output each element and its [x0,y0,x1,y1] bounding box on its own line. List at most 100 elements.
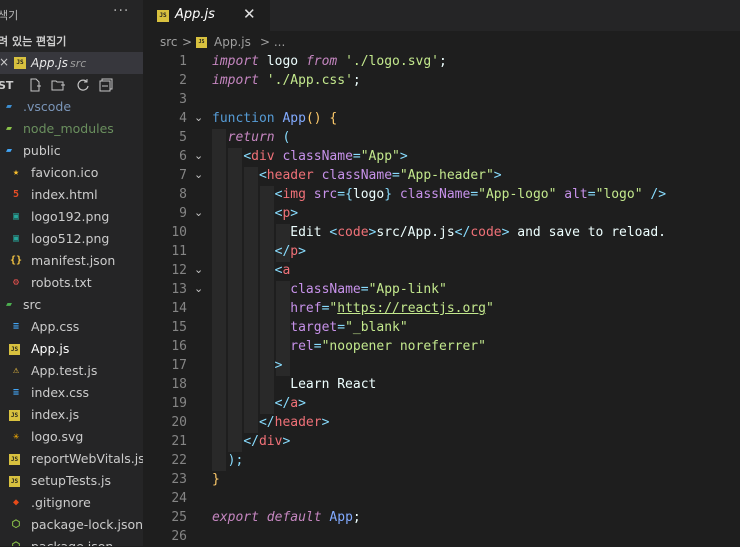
code-line[interactable]: 2 import './App.css'; [143,72,740,91]
npm-icon: ⬡ [11,519,21,530]
new-folder-icon[interactable] [51,78,66,96]
code-line[interactable]: 4 ⌄ function App() { [143,110,740,129]
tree-item[interactable]: ⚠ App.test.js [0,360,143,382]
code-line[interactable]: 22 ); [143,452,740,471]
code-line[interactable]: 25 export default App; [143,509,740,528]
breadcrumb-file[interactable]: App.js [214,35,251,49]
code-line[interactable]: 21 </div> [143,433,740,452]
fold-chevron-icon[interactable]: ⌄ [194,168,203,181]
tree-item-label: setupTests.js [31,473,112,488]
tree-item-label: logo.svg [31,429,84,444]
code-text: <p> [274,206,299,221]
image-icon: ▣ [12,233,20,244]
tree-item[interactable]: ⬡ package.json [0,536,143,546]
line-number: 5 [179,130,187,145]
line-number: 3 [179,92,187,107]
breadcrumb-tail[interactable]: > ... [260,35,285,49]
tab-bar: JS App.js ✕ [143,0,740,31]
image-icon: ▣ [12,211,20,222]
css-icon: ≡ [12,321,20,332]
tree-item[interactable]: ≡ index.css [0,382,143,404]
tree-item[interactable]: ⚙ robots.txt [0,272,143,294]
tab-app-js[interactable]: JS App.js ✕ [143,0,270,31]
code-line[interactable]: 15 target="_blank" [143,319,740,338]
close-icon[interactable]: ✕ [243,5,256,23]
js-icon: JS [9,476,20,487]
code-line[interactable]: 13 ⌄ className="App-link" [143,281,740,300]
tree-item[interactable]: ▣ logo192.png [0,206,143,228]
code-line[interactable]: 26 [143,528,740,547]
code-line[interactable]: 19 </a> [143,395,740,414]
project-header[interactable]: ST [0,76,143,96]
code-line[interactable]: 14 href="https://reactjs.org" [143,300,740,319]
js-icon: JS [157,10,169,22]
fold-chevron-icon[interactable]: ⌄ [194,206,203,219]
js-icon: JS [9,454,20,465]
tree-item[interactable]: ★ favicon.ico [0,162,143,184]
public-folder-icon: ▰ [5,145,13,156]
svg-icon: ✳ [12,431,20,442]
code-line[interactable]: 18 Learn React [143,376,740,395]
tree-item[interactable]: JS setupTests.js [0,470,143,492]
code-line[interactable]: 8 <img src={logo} className="App-logo" a… [143,186,740,205]
tree-item-label: public [23,143,61,158]
tree-item[interactable]: ⬡ package-lock.json [0,514,143,536]
tree-item[interactable]: ◆ .gitignore [0,492,143,514]
code-line[interactable]: 5 return ( [143,129,740,148]
tree-item[interactable]: ▰ public [0,140,143,162]
js-icon: JS [9,344,20,355]
fold-chevron-icon[interactable]: ⌄ [194,282,203,295]
js-icon: JS [196,37,207,48]
tree-item[interactable]: 5 index.html [0,184,143,206]
code-editor[interactable]: 1 import logo from './logo.svg'; 2 import '… [143,53,740,546]
breadcrumb-folder[interactable]: src [160,35,178,49]
line-number: 12 [171,263,187,278]
new-file-icon[interactable] [28,78,42,96]
vscode-folder-icon: ▰ [5,101,13,112]
code-text: ); [227,453,244,468]
more-actions-icon[interactable]: ··· [113,3,129,19]
code-text: </div> [243,434,291,449]
code-text: rel="noopener noreferrer" [290,339,486,354]
code-text: <div className="App"> [243,149,408,164]
tree-item[interactable]: ≡ App.css [0,316,143,338]
tree-item[interactable]: ▰ .vscode [0,96,143,118]
tree-item[interactable]: ▣ logo512.png [0,228,143,250]
breadcrumb-separator: > [182,35,193,49]
code-line[interactable]: 20 </header> [143,414,740,433]
tree-item[interactable]: JS reportWebVitals.js [0,448,143,470]
fold-chevron-icon[interactable]: ⌄ [194,263,203,276]
code-line[interactable]: 12 ⌄ <a [143,262,740,281]
code-line[interactable]: 9 ⌄ <p> [143,205,740,224]
code-line[interactable]: 11 </p> [143,243,740,262]
tree-item[interactable]: ✳ logo.svg [0,426,143,448]
tree-item[interactable]: ▰ src [0,294,143,316]
fold-chevron-icon[interactable]: ⌄ [194,111,203,124]
code-line[interactable]: 24 [143,490,740,509]
tree-item[interactable]: JS App.js [0,338,143,360]
code-line[interactable]: 6 ⌄ <div className="App"> [143,148,740,167]
js-icon: JS [14,57,26,69]
tree-item[interactable]: {} manifest.json [0,250,143,272]
code-line[interactable]: 1 import logo from './logo.svg'; [143,53,740,72]
line-number: 21 [171,434,187,449]
code-line[interactable]: 23} [143,471,740,490]
close-icon[interactable]: × [0,55,9,69]
tree-item[interactable]: JS index.js [0,404,143,426]
line-number: 18 [171,377,187,392]
code-line[interactable]: 7 ⌄ <header className="App-header"> [143,167,740,186]
tree-item[interactable]: ▰ node_modules [0,118,143,140]
tree-item-label: manifest.json [31,253,116,268]
line-number: 22 [171,453,187,468]
code-text: </p> [274,244,306,259]
code-line[interactable]: 16 rel="noopener noreferrer" [143,338,740,357]
code-line[interactable]: 10 Edit <code>src/App.js</code> and save… [143,224,740,243]
code-line[interactable]: 3 [143,91,740,110]
code-line[interactable]: 17 > [143,357,740,376]
explorer-header: 색기 ··· [0,0,143,28]
open-editors-label[interactable]: 려 있는 편집기 [0,33,66,49]
collapse-icon[interactable] [99,78,113,96]
fold-chevron-icon[interactable]: ⌄ [194,149,203,162]
refresh-icon[interactable] [76,78,90,96]
open-editor-item[interactable]: × JS App.js src [0,52,143,74]
